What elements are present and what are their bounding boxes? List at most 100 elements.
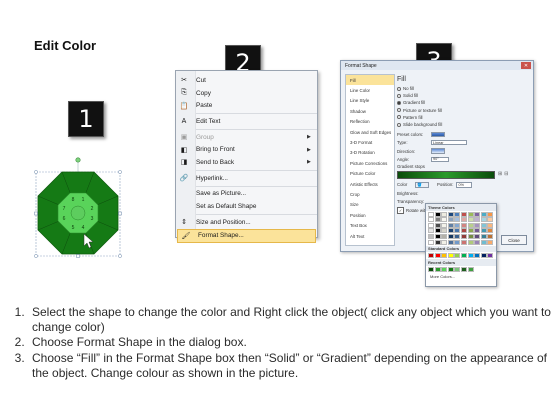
menu-item-bring-to-front[interactable]: ◧ Bring to Front ▶: [176, 143, 317, 156]
gradient-stops-bar[interactable]: [397, 170, 495, 179]
sidebar-item-crop[interactable]: Crop: [346, 189, 394, 199]
radio-button[interactable]: [397, 108, 401, 113]
color-swatch-shade[interactable]: [460, 228, 467, 234]
color-swatch-shade[interactable]: [428, 217, 434, 223]
sidebar-item-size[interactable]: Size: [346, 200, 394, 210]
add-stop-icon[interactable]: ⊞: [498, 171, 502, 177]
menu-item-format-shape[interactable]: 🖌 Format Shape...: [177, 228, 316, 244]
color-swatch-shade[interactable]: [434, 239, 441, 245]
color-swatch-shade[interactable]: [480, 217, 487, 223]
color-swatch[interactable]: [467, 253, 474, 259]
fill-option-row[interactable]: Gradient fill: [397, 99, 529, 106]
fill-option-row[interactable]: Pattern fill: [397, 114, 529, 121]
color-swatch-shade[interactable]: [454, 228, 461, 234]
sidebar-item-fill[interactable]: Fill: [346, 75, 394, 86]
color-swatch[interactable]: [434, 211, 441, 217]
color-swatch-shade[interactable]: [428, 239, 434, 245]
menu-item-hyperlink[interactable]: 🔗 Hyperlink...: [176, 172, 317, 185]
color-swatch[interactable]: [428, 266, 434, 272]
sidebar-item-reflection[interactable]: Reflection: [346, 117, 394, 127]
color-swatch-shade[interactable]: [460, 222, 467, 228]
color-swatch[interactable]: [454, 211, 461, 217]
color-swatch[interactable]: [428, 253, 434, 259]
color-swatch-shade[interactable]: [434, 233, 441, 239]
color-swatch[interactable]: [487, 253, 494, 259]
color-swatch[interactable]: [460, 211, 467, 217]
sidebar-item-artistic-effects[interactable]: Artistic Effects: [346, 179, 394, 189]
color-swatch-shade[interactable]: [441, 228, 448, 234]
color-swatch-shade[interactable]: [434, 222, 441, 228]
color-swatch-shade[interactable]: [460, 239, 467, 245]
sidebar-item-3-d-format[interactable]: 3-D Format: [346, 137, 394, 147]
menu-item-paste[interactable]: 📋 Paste: [176, 99, 317, 112]
menu-item-edit-text[interactable]: A Edit Text: [176, 115, 317, 128]
color-swatch-shade[interactable]: [467, 239, 474, 245]
sidebar-item-picture-corrections[interactable]: Picture Corrections: [346, 158, 394, 168]
color-swatch[interactable]: [447, 253, 454, 259]
color-swatch[interactable]: [474, 211, 481, 217]
color-swatch-shade[interactable]: [441, 239, 448, 245]
color-swatch-shade[interactable]: [460, 217, 467, 223]
color-swatch-shade[interactable]: [434, 228, 441, 234]
color-swatch-shade[interactable]: [474, 239, 481, 245]
color-swatch-shade[interactable]: [460, 233, 467, 239]
color-swatch-shade[interactable]: [441, 233, 448, 239]
color-swatch[interactable]: [467, 266, 474, 272]
color-swatch-shade[interactable]: [467, 228, 474, 234]
menu-item-cut[interactable]: ✂ Cut: [176, 74, 317, 87]
color-swatch[interactable]: [441, 211, 448, 217]
color-swatch-shade[interactable]: [487, 228, 494, 234]
color-swatch-shade[interactable]: [487, 217, 494, 223]
fill-option-row[interactable]: Picture or texture fill: [397, 107, 529, 114]
color-swatch-shade[interactable]: [447, 228, 454, 234]
color-swatch[interactable]: [441, 253, 448, 259]
close-button[interactable]: Close: [501, 235, 527, 245]
color-swatch[interactable]: [441, 266, 448, 272]
type-dropdown[interactable]: Linear: [431, 139, 467, 146]
radio-button[interactable]: [397, 93, 401, 98]
sidebar-item-text-box[interactable]: Text Box: [346, 220, 394, 230]
color-swatch-shade[interactable]: [474, 228, 481, 234]
color-swatch-shade[interactable]: [487, 222, 494, 228]
fill-option-row[interactable]: No fill: [397, 85, 529, 92]
color-swatch-shade[interactable]: [467, 233, 474, 239]
direction-dropdown[interactable]: [431, 148, 445, 154]
color-swatch-shade[interactable]: [474, 222, 481, 228]
color-swatch-shade[interactable]: [454, 222, 461, 228]
color-swatch-shade[interactable]: [447, 217, 454, 223]
fill-option-row[interactable]: Solid fill: [397, 92, 529, 99]
color-swatch-shade[interactable]: [480, 222, 487, 228]
color-swatch-shade[interactable]: [467, 222, 474, 228]
color-swatch-shade[interactable]: [454, 233, 461, 239]
remove-stop-icon[interactable]: ⊟: [504, 171, 508, 177]
radio-button[interactable]: [397, 86, 401, 91]
sidebar-item-shadow[interactable]: Shadow: [346, 106, 394, 116]
color-swatch[interactable]: [480, 253, 487, 259]
color-swatch-shade[interactable]: [428, 233, 434, 239]
menu-item-group[interactable]: ▣ Group ▶: [176, 131, 317, 144]
radio-button[interactable]: [397, 100, 401, 105]
color-swatch-shade[interactable]: [480, 228, 487, 234]
color-swatch-shade[interactable]: [480, 233, 487, 239]
menu-item-copy[interactable]: ⎘ Copy: [176, 87, 317, 100]
sidebar-item-position[interactable]: Position: [346, 210, 394, 220]
color-swatch[interactable]: [454, 253, 461, 259]
menu-item-set-as-default-shape[interactable]: Set as Default Shape: [176, 200, 317, 213]
color-swatch[interactable]: [447, 211, 454, 217]
color-swatch-shade[interactable]: [447, 239, 454, 245]
color-swatch-shade[interactable]: [480, 239, 487, 245]
color-swatch[interactable]: [454, 266, 461, 272]
radio-button[interactable]: [397, 122, 401, 127]
color-swatch[interactable]: [428, 211, 434, 217]
color-swatch-shade[interactable]: [447, 222, 454, 228]
color-swatch-shade[interactable]: [454, 217, 461, 223]
sidebar-item-picture-color[interactable]: Picture Color: [346, 169, 394, 179]
color-swatch-shade[interactable]: [474, 217, 481, 223]
rotate-handle[interactable]: [75, 157, 81, 163]
sidebar-item-3-d-rotation[interactable]: 3-D Rotation: [346, 148, 394, 158]
rotate-checkbox[interactable]: ✓: [397, 206, 404, 214]
color-swatch[interactable]: [487, 211, 494, 217]
octagon-shape[interactable]: 8 1 2 3 4 5 6 7: [26, 152, 130, 260]
color-swatch-shade[interactable]: [441, 222, 448, 228]
color-swatch-shade[interactable]: [441, 217, 448, 223]
